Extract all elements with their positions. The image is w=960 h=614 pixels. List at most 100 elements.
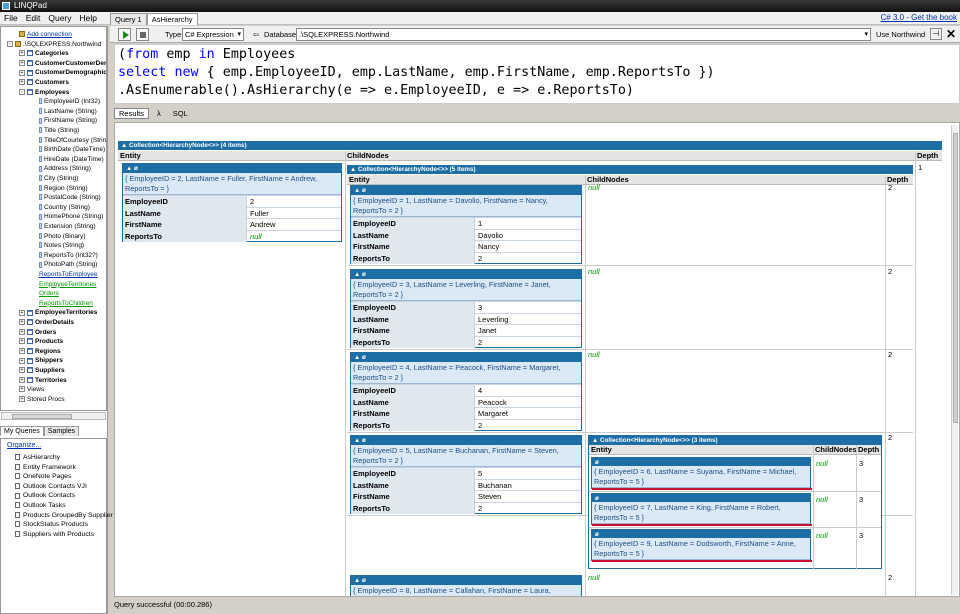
child-collection-header[interactable]: ▲ Collection<HierarchyNode<>> (5 items) bbox=[347, 165, 913, 174]
tree-column[interactable]: ReportsTo (Int32?) bbox=[39, 251, 98, 260]
query-item[interactable]: Outlook Contacts bbox=[15, 491, 113, 501]
tree-column[interactable]: Photo (Binary) bbox=[39, 232, 86, 241]
tree-column[interactable]: Title (String) bbox=[39, 126, 79, 135]
node-header[interactable]: ▲ ø bbox=[351, 353, 581, 362]
tree-association[interactable]: Orders bbox=[39, 289, 59, 298]
pin-icon[interactable]: ⊣ bbox=[930, 28, 942, 40]
scroll-thumb[interactable] bbox=[12, 414, 72, 419]
expand-icon[interactable]: + bbox=[19, 348, 25, 355]
tree-table[interactable]: + Territories bbox=[19, 376, 67, 385]
tree-table[interactable]: + EmployeeTerritories bbox=[19, 308, 97, 317]
node-header[interactable]: ø bbox=[592, 494, 810, 502]
tree-column[interactable]: EmployeeID (Int32) bbox=[39, 97, 100, 106]
expand-icon[interactable]: + bbox=[19, 396, 25, 403]
node-header[interactable]: ▲ ø bbox=[351, 436, 581, 445]
expand-icon[interactable]: + bbox=[19, 79, 25, 86]
tree-column[interactable]: FirstName (String) bbox=[39, 116, 97, 125]
query-item[interactable]: Suppliers with Products bbox=[15, 530, 113, 540]
scroll-thumb[interactable] bbox=[953, 133, 958, 423]
menu-edit[interactable]: Edit bbox=[22, 12, 45, 25]
tree-column[interactable]: Extension (String) bbox=[39, 222, 96, 231]
stop-button[interactable] bbox=[136, 28, 149, 41]
expand-icon[interactable]: + bbox=[19, 69, 25, 76]
tree-column[interactable]: HireDate (DateTime) bbox=[39, 155, 104, 164]
expand-icon[interactable]: + bbox=[19, 357, 25, 364]
field-value: 2 bbox=[478, 503, 483, 513]
expand-icon[interactable]: + bbox=[19, 309, 25, 316]
tree-table[interactable]: + CustomerDemographics bbox=[19, 68, 106, 77]
tree-table[interactable]: + Regions bbox=[19, 347, 61, 356]
query-item[interactable]: Products GroupedBy Supplier bbox=[15, 511, 113, 521]
query-item[interactable]: AsHierarchy bbox=[15, 453, 113, 463]
node-header[interactable]: ▲ ø bbox=[123, 164, 341, 173]
node-header[interactable]: ø bbox=[592, 458, 810, 466]
tree-column[interactable]: Region (String) bbox=[39, 184, 88, 193]
tab-samples[interactable]: Samples bbox=[43, 426, 80, 436]
tree-column[interactable]: BirthDate (DateTime) bbox=[39, 145, 105, 154]
node-header[interactable]: ▲ ø bbox=[351, 186, 581, 195]
tree-column[interactable]: TitleOfCourtesy (String) bbox=[39, 136, 106, 145]
tree-table[interactable]: + Orders bbox=[19, 328, 56, 337]
results-scrollbar[interactable] bbox=[951, 125, 958, 595]
add-connection-link[interactable]: Add connection bbox=[19, 30, 72, 39]
node-header[interactable]: ▲ ø bbox=[351, 270, 581, 279]
tree-table[interactable]: + Customers bbox=[19, 78, 69, 87]
expand-icon[interactable]: + bbox=[19, 376, 25, 383]
query-item[interactable]: StockStatus Products bbox=[15, 520, 113, 530]
node-header[interactable]: ▲ ø bbox=[351, 576, 581, 585]
menu-file[interactable]: File bbox=[0, 12, 22, 25]
tree-table[interactable]: + OrderDetails bbox=[19, 318, 74, 327]
tree-table[interactable]: + Categories bbox=[19, 49, 69, 58]
tree-column[interactable]: PostalCode (String) bbox=[39, 193, 101, 202]
tree-table[interactable]: + Shippers bbox=[19, 356, 63, 365]
tree-column[interactable]: Address (String) bbox=[39, 164, 91, 173]
tree-views[interactable]: + Views bbox=[19, 385, 44, 394]
expand-icon[interactable]: + bbox=[19, 50, 25, 57]
grandchild-collection-header[interactable]: ▲ Collection<HierarchyNode<>> (3 items) bbox=[589, 436, 881, 445]
tree-column[interactable]: Notes (String) bbox=[39, 241, 84, 250]
tab-query-1[interactable]: Query 1 bbox=[110, 13, 147, 25]
expand-icon[interactable]: + bbox=[19, 60, 25, 67]
tree-table[interactable]: + Suppliers bbox=[19, 366, 65, 375]
tree-association[interactable]: ReportsToChildren bbox=[39, 299, 93, 308]
tree-column[interactable]: PhotoPath (String) bbox=[39, 260, 97, 269]
expand-icon[interactable]: + bbox=[19, 328, 25, 335]
expand-icon[interactable]: - bbox=[19, 88, 25, 95]
expand-icon[interactable]: + bbox=[19, 338, 25, 345]
tree-table[interactable]: + Products bbox=[19, 337, 63, 346]
tab-lambda[interactable]: λ bbox=[153, 109, 165, 118]
expand-icon[interactable]: + bbox=[19, 386, 25, 393]
tree-column[interactable]: City (String) bbox=[39, 174, 78, 183]
tree-table[interactable]: + CustomerCustomerDemos bbox=[19, 59, 106, 68]
tab-sql[interactable]: SQL bbox=[169, 109, 192, 118]
database-select[interactable]: .\SQLEXPRESS.Northwind ▾ bbox=[296, 28, 871, 41]
tree-association[interactable]: EmployeeTerritories bbox=[39, 280, 96, 289]
query-item[interactable]: Outlook Contacts VJI bbox=[15, 482, 113, 492]
expand-icon[interactable]: + bbox=[19, 367, 25, 374]
tree-column[interactable]: LastName (String) bbox=[39, 107, 97, 116]
tab-my-queries[interactable]: My Queries bbox=[0, 426, 44, 436]
tab-results[interactable]: Results bbox=[114, 108, 150, 119]
query-item[interactable]: OneNote Pages bbox=[15, 472, 113, 482]
tab-ashierarchy[interactable]: AsHierarchy bbox=[146, 13, 198, 25]
outer-collection-header[interactable]: ▲ Collection<HierarchyNode<>> (4 items) bbox=[118, 141, 942, 150]
tree-hscrollbar[interactable] bbox=[1, 412, 106, 420]
language-select[interactable]: C# Expression ▾ bbox=[182, 28, 244, 41]
expand-icon[interactable]: + bbox=[19, 319, 25, 326]
tree-table-employees[interactable]: - Employees bbox=[19, 88, 69, 97]
close-icon[interactable]: ✕ bbox=[946, 27, 956, 41]
query-item[interactable]: Entity Framework bbox=[15, 463, 113, 473]
tree-stored-procs[interactable]: + Stored Procs bbox=[19, 395, 65, 404]
menu-query[interactable]: Query bbox=[44, 12, 75, 25]
tree-column[interactable]: HomePhone (String) bbox=[39, 212, 103, 221]
expand-icon[interactable]: - bbox=[7, 40, 13, 47]
menu-help[interactable]: Help bbox=[76, 12, 101, 25]
tree-connection[interactable]: - .\SQLEXPRESS.Northwind bbox=[7, 40, 101, 49]
organize-link[interactable]: Organize... bbox=[7, 442, 41, 449]
tree-association[interactable]: ReportsToEmployee bbox=[39, 270, 98, 279]
code-editor[interactable]: (from emp in Employees select new { emp.… bbox=[114, 44, 960, 104]
execute-button[interactable] bbox=[118, 28, 131, 41]
query-item[interactable]: Outlook Tasks bbox=[15, 501, 113, 511]
node-header[interactable]: ø bbox=[592, 530, 810, 538]
tree-column[interactable]: Country (String) bbox=[39, 203, 90, 212]
